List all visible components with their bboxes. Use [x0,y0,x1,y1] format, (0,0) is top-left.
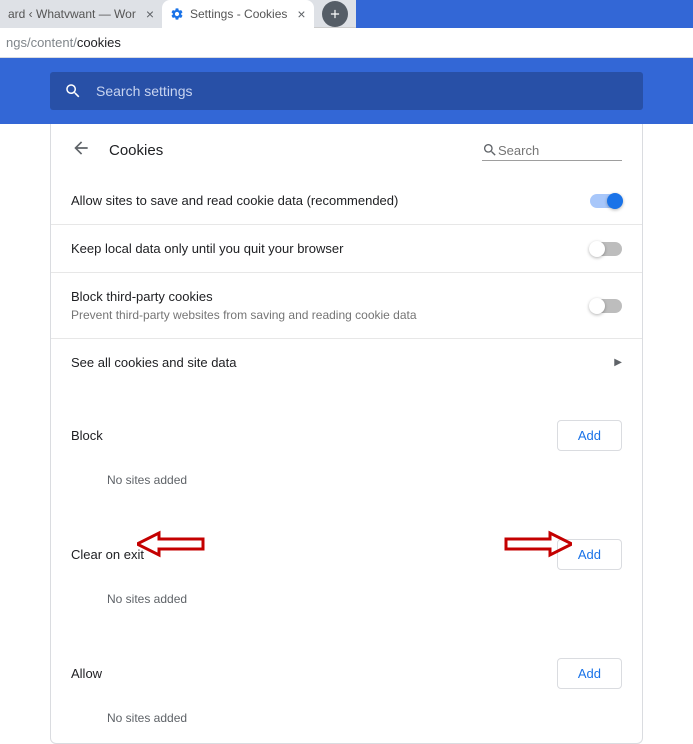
search-icon [64,82,82,100]
setting-label: Block third-party cookies [71,289,417,304]
section-title: Block [71,428,103,443]
section-allow-header: Allow Add [51,638,642,699]
clear-on-exit-empty: No sites added [51,580,642,624]
close-icon[interactable]: × [297,6,305,22]
setting-label: Keep local data only until you quit your… [71,241,343,256]
url-bold: cookies [77,35,121,50]
section-block-header: Block Add [51,400,642,461]
content-card: Cookies Allow sites to save and read coo… [50,124,643,744]
section-clear-on-exit-header: Clear on exit Add [51,519,642,580]
setting-keep-local[interactable]: Keep local data only until you quit your… [51,224,642,272]
toggle-allow-save[interactable] [590,194,622,208]
address-bar[interactable]: ngs/content/cookies [0,28,693,58]
in-page-search-input[interactable] [498,143,608,158]
block-empty: No sites added [51,461,642,505]
setting-label: See all cookies and site data [71,355,237,370]
tab-label: Settings - Cookies [190,7,287,21]
settings-search-input[interactable] [96,83,629,99]
setting-block-third[interactable]: Block third-party cookies Prevent third-… [51,272,642,338]
browser-tabs: ard ‹ Whatvwant — Wor × Settings - Cooki… [0,0,693,28]
toggle-keep-local[interactable] [590,242,622,256]
page-header: Cookies [51,124,642,177]
setting-allow-save[interactable]: Allow sites to save and read cookie data… [51,177,642,224]
annotation-arrow-left [137,529,207,559]
tab-strip-filler [356,0,693,28]
tab-inactive[interactable]: ard ‹ Whatvwant — Wor × [0,0,162,28]
add-allow-button[interactable]: Add [557,658,622,689]
settings-search-bar[interactable] [50,72,643,110]
setting-sublabel: Prevent third-party websites from saving… [71,308,417,322]
chevron-right-icon: ▶ [614,357,622,368]
close-icon[interactable]: × [146,6,154,22]
gear-icon [170,7,184,21]
setting-see-all[interactable]: See all cookies and site data ▶ [51,338,642,386]
url-dim: ngs/content/ [6,35,77,50]
allow-empty: No sites added [51,699,642,743]
new-tab-button[interactable] [322,1,348,27]
settings-banner [0,58,693,124]
add-block-button[interactable]: Add [557,420,622,451]
in-page-search[interactable] [482,140,622,161]
search-icon [482,142,498,158]
page-title: Cookies [109,142,482,159]
section-title: Clear on exit [71,547,144,562]
tab-label: ard ‹ Whatvwant — Wor [8,7,136,21]
add-clear-on-exit-button[interactable]: Add [557,539,622,570]
tab-active[interactable]: Settings - Cookies × [162,0,314,28]
section-title: Allow [71,666,102,681]
setting-label: Allow sites to save and read cookie data… [71,193,398,208]
back-arrow-icon[interactable] [71,138,91,163]
toggle-block-third[interactable] [590,299,622,313]
